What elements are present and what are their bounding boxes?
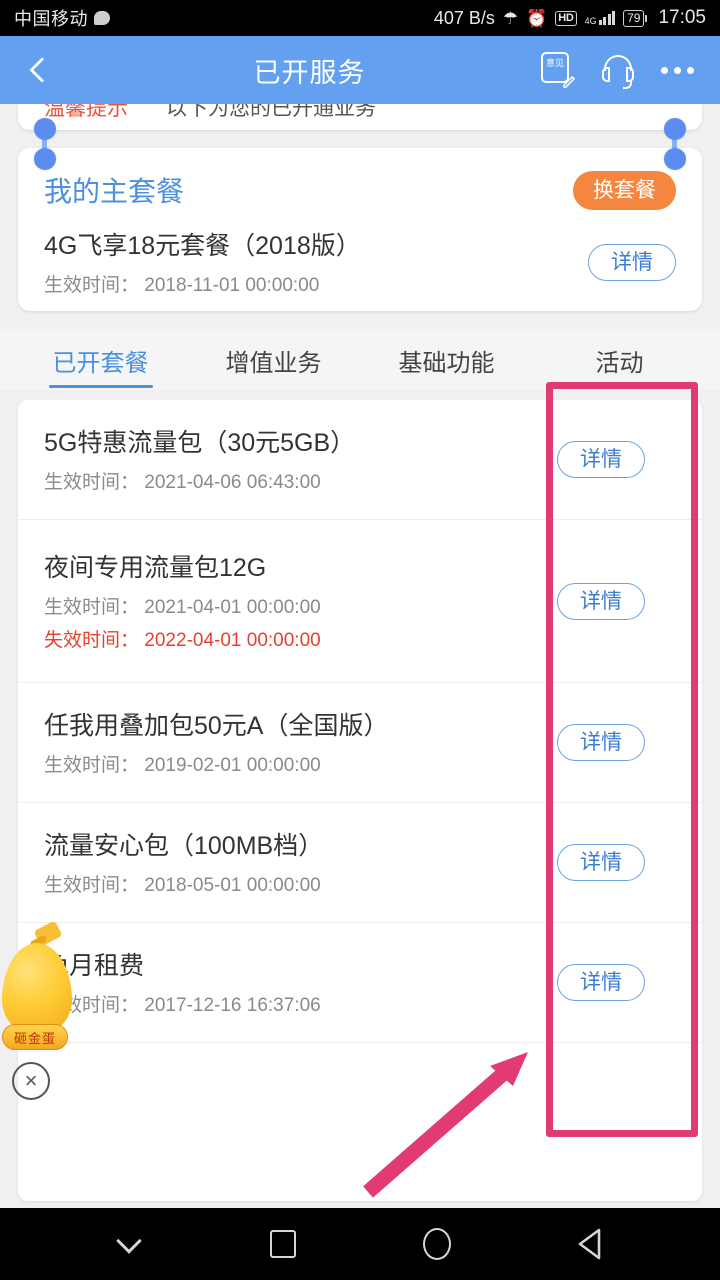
table-row[interactable]: 夜间专用流量包12G 生效时间： 2021-04-01 00:00:00 失效时…	[18, 520, 702, 684]
feedback-note-icon[interactable]: 意见	[541, 52, 576, 88]
service-detail-button[interactable]: 详情	[557, 844, 645, 882]
expire-value: 2022-04-01 00:00:00	[144, 630, 321, 652]
network-type-label: 4G	[584, 16, 597, 26]
status-bar: 中国移动 407 B/s ☂ ⏰ HD 4G 79 17:05	[0, 0, 720, 36]
service-name: 流量安心包（100MB档）	[44, 832, 324, 861]
notice-card-partial: 温馨提示 以下为您的已开通业务	[18, 104, 702, 130]
table-row[interactable]: 5G特惠流量包（30元5GB） 生效时间： 2021-04-06 06:43:0…	[18, 400, 702, 521]
app-bar-actions: 意见	[541, 52, 720, 89]
headset-icon[interactable]	[601, 55, 635, 89]
bluetooth-icon: ☂	[502, 8, 519, 28]
effective-value: 2021-04-06 06:43:00	[144, 472, 321, 494]
effective-value: 2017-12-16 16:37:06	[144, 995, 321, 1017]
main-package-detail-button[interactable]: 详情	[588, 244, 676, 282]
effective-label: 生效时间：	[44, 597, 140, 619]
back-arrow-icon	[29, 57, 55, 83]
chevron-down-icon	[116, 1228, 142, 1254]
square-recents-icon	[270, 1230, 296, 1258]
service-name: 夜间专用流量包12G	[44, 554, 267, 583]
signal-icon: 4G	[584, 11, 616, 26]
service-effective: 生效时间： 2018-05-01 00:00:00	[44, 870, 516, 897]
service-effective: 生效时间： 2017-12-16 16:37:06	[44, 990, 516, 1017]
tab-basic-functions[interactable]: 基础功能	[360, 329, 533, 390]
battery-icon: 79	[623, 9, 648, 27]
service-name: 5G特惠流量包（30元5GB）	[44, 429, 356, 458]
service-effective: 生效时间： 2021-04-01 00:00:00	[44, 592, 516, 619]
selection-handle-bottom-right[interactable]	[664, 148, 686, 170]
signal-bars-icon	[598, 11, 616, 25]
pencil-icon	[563, 76, 576, 88]
change-package-button[interactable]: 换套餐	[573, 170, 676, 210]
main-package-card: 我的主套餐 换套餐 4G飞享18元套餐（2018版） 生效时间： 2018-11…	[18, 148, 702, 312]
main-package-title: 我的主套餐	[44, 176, 185, 207]
tab-value-added[interactable]: 增值业务	[187, 329, 360, 390]
effective-value: 2018-05-01 00:00:00	[144, 875, 321, 897]
effective-label: 生效时间：	[44, 755, 140, 777]
notice-red-text: 温馨提示	[44, 104, 128, 120]
effective-label: 生效时间：	[44, 275, 140, 297]
system-nav-bar	[0, 1208, 720, 1280]
hide-nav-button[interactable]	[100, 1215, 158, 1273]
feedback-label: 意见	[546, 58, 565, 68]
back-nav-button[interactable]	[562, 1215, 620, 1273]
gold-egg-label: 砸金蛋	[2, 1024, 68, 1050]
main-package-row[interactable]: 4G飞享18元套餐（2018版） 生效时间： 2018-11-01 00:00:…	[18, 220, 702, 297]
service-detail-button[interactable]: 详情	[557, 964, 645, 1002]
service-detail-button[interactable]: 详情	[557, 582, 645, 620]
alarm-icon: ⏰	[526, 8, 548, 28]
selection-handle-top-left[interactable]	[34, 118, 56, 140]
effective-value: 2021-04-01 00:00:00	[144, 597, 321, 619]
selection-handle-bottom-left[interactable]	[34, 148, 56, 170]
page-title: 已开服务	[253, 57, 366, 88]
expire-label: 失效时间：	[44, 630, 140, 652]
message-bubble-icon	[94, 11, 110, 25]
service-effective: 生效时间： 2019-02-01 00:00:00	[44, 750, 516, 777]
main-package-name: 4G飞享18元套餐（2018版）	[44, 232, 361, 260]
triangle-back-icon	[578, 1228, 601, 1260]
table-row[interactable]: 任我用叠加包50元A（全国版） 生效时间： 2019-02-01 00:00:0…	[18, 683, 702, 804]
scroll-content[interactable]: 温馨提示 以下为您的已开通业务 我的主套餐 换套餐 4G飞享18元套餐（2018…	[0, 104, 720, 1208]
home-button[interactable]	[408, 1215, 466, 1273]
recents-button[interactable]	[254, 1215, 312, 1273]
effective-label: 生效时间：	[44, 875, 140, 897]
effective-value: 2018-11-01 00:00:00	[144, 275, 320, 297]
gold-egg-ad[interactable]: 砸金蛋	[0, 920, 90, 1050]
effective-value: 2019-02-01 00:00:00	[144, 755, 321, 777]
service-detail-button[interactable]: 详情	[557, 724, 645, 762]
tab-activities[interactable]: 活动	[533, 329, 706, 390]
service-expire: 失效时间： 2022-04-01 00:00:00	[44, 625, 516, 652]
service-list: 5G特惠流量包（30元5GB） 生效时间： 2021-04-06 06:43:0…	[18, 400, 702, 1202]
service-detail-button[interactable]: 详情	[557, 441, 645, 479]
selection-handle-top-right[interactable]	[664, 118, 686, 140]
more-dots-icon[interactable]	[661, 66, 694, 74]
app-bar: 已开服务 意见	[0, 36, 720, 104]
tab-bar: 已开套餐 增值业务 基础功能 活动	[0, 329, 720, 391]
notice-gray-text: 以下为您的已开通业务	[166, 104, 376, 120]
table-row[interactable]: 流量安心包（100MB档） 生效时间： 2018-05-01 00:00:00 …	[18, 803, 702, 924]
service-effective: 生效时间： 2021-04-06 06:43:00	[44, 467, 516, 494]
clock-label: 17:05	[658, 7, 706, 28]
status-bar-left: 中国移动	[14, 5, 110, 31]
status-bar-right: 407 B/s ☂ ⏰ HD 4G 79 17:05	[434, 7, 706, 29]
table-row-empty	[18, 1043, 702, 1201]
circle-home-icon	[423, 1228, 451, 1260]
main-package-effective: 生效时间： 2018-11-01 00:00:00	[44, 270, 588, 297]
network-speed-label: 407 B/s	[433, 7, 495, 28]
table-row[interactable]: 免月租费 生效时间： 2017-12-16 16:37:06 详情	[18, 923, 702, 1044]
effective-label: 生效时间：	[44, 472, 140, 494]
carrier-label: 中国移动	[14, 9, 88, 29]
hd-icon: HD	[555, 10, 577, 26]
back-button[interactable]	[0, 36, 78, 104]
tab-opened-packages[interactable]: 已开套餐	[14, 329, 187, 390]
main-package-header: 我的主套餐 换套餐	[18, 148, 702, 220]
service-name: 任我用叠加包50元A（全国版）	[44, 712, 389, 741]
close-ad-button[interactable]: ×	[12, 1062, 50, 1100]
service-name: 免月租费	[44, 952, 145, 981]
